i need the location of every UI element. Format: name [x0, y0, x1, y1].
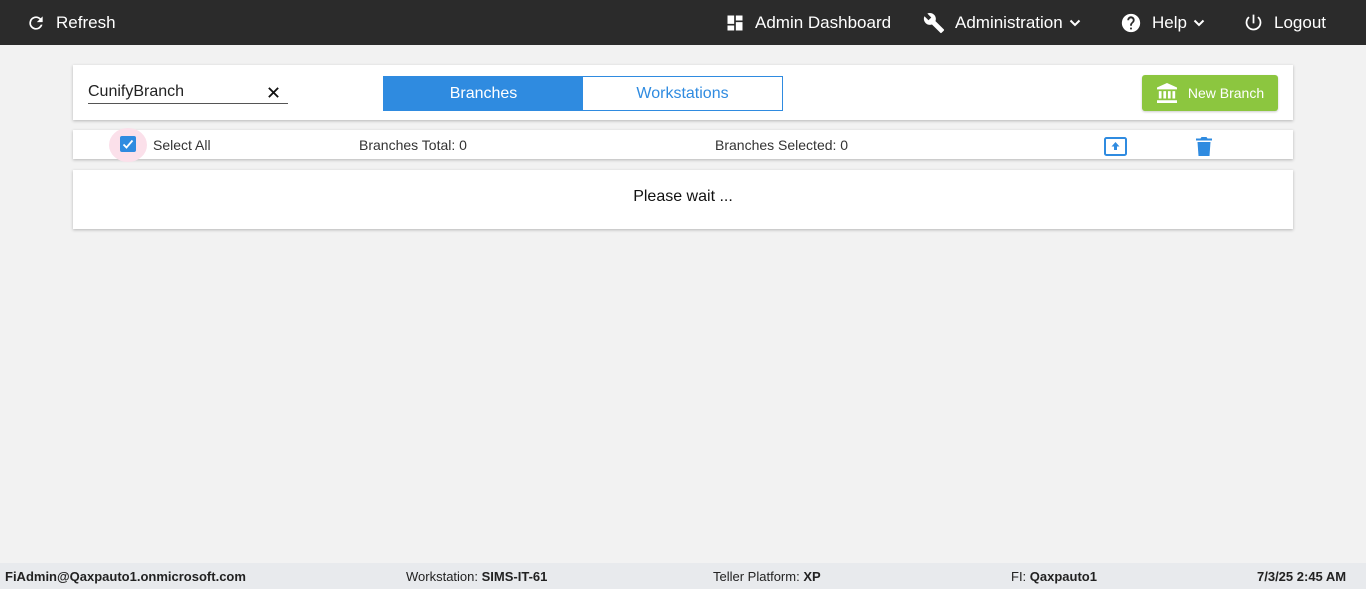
refresh-button[interactable]: Refresh [26, 0, 116, 45]
refresh-label: Refresh [56, 12, 116, 32]
logout-label: Logout [1274, 12, 1326, 32]
platform-value: XP [803, 569, 821, 584]
help-menu[interactable]: Help [1120, 0, 1205, 45]
results-panel: Please wait ... [73, 170, 1293, 229]
workstation-value: SIMS-IT-61 [481, 569, 548, 584]
admin-dashboard-button[interactable]: Admin Dashboard [725, 0, 891, 45]
power-icon [1245, 14, 1262, 31]
administration-menu[interactable]: Administration [923, 0, 1081, 45]
footer-platform: Teller Platform: XP [713, 569, 821, 584]
dashboard-icon [727, 15, 743, 30]
new-branch-button[interactable]: New Branch [1142, 75, 1278, 111]
fi-label: FI: [1011, 569, 1027, 584]
top-navigation-bar: Refresh Admin Dashboard Administration H… [0, 0, 1366, 45]
footer-fi: FI: Qaxpauto1 [1011, 569, 1097, 584]
branch-toolbar-card: Branches Workstations New Branch [73, 65, 1293, 120]
footer-user: FiAdmin@Qaxpauto1.onmicrosoft.com [5, 569, 246, 584]
chevron-down-icon [1193, 19, 1205, 26]
help-icon [1121, 13, 1141, 32]
logout-button[interactable]: Logout [1243, 0, 1326, 45]
selection-bar: Select All Branches Total: 0 Branches Se… [73, 128, 1293, 162]
close-icon[interactable] [267, 86, 280, 99]
platform-label: Teller Platform: [713, 569, 800, 584]
view-tabs: Branches Workstations [383, 76, 783, 111]
fi-value: Qaxpauto1 [1029, 569, 1097, 584]
tab-workstations[interactable]: Workstations [583, 77, 782, 110]
branches-total: Branches Total: 0 [359, 137, 467, 153]
search-input[interactable] [88, 81, 258, 102]
help-label: Help [1152, 12, 1187, 32]
status-footer: FiAdmin@Qaxpauto1.onmicrosoft.com Workst… [0, 563, 1366, 589]
footer-workstation: Workstation: SIMS-IT-61 [406, 569, 547, 584]
admin-dashboard-label: Admin Dashboard [755, 12, 892, 32]
new-branch-label: New Branch [1187, 85, 1265, 101]
chevron-down-icon [1069, 19, 1080, 26]
bank-icon [1156, 83, 1177, 103]
branches-selected: Branches Selected: 0 [715, 137, 849, 153]
trash-icon[interactable] [1196, 137, 1212, 156]
status-message: Please wait ... [633, 188, 733, 205]
footer-datetime: 7/3/25 2:45 AM [1257, 569, 1347, 584]
upload-icon[interactable] [1104, 137, 1127, 156]
wrench-icon [923, 12, 945, 33]
refresh-icon [29, 15, 43, 30]
tab-branches[interactable]: Branches [384, 77, 583, 110]
select-all-label: Select All [153, 137, 211, 153]
checkmark-icon [122, 139, 134, 149]
workstation-label: Workstation: [406, 569, 479, 584]
administration-label: Administration [955, 12, 1063, 32]
search-field [88, 81, 288, 104]
select-all-checkbox[interactable] [120, 136, 136, 152]
